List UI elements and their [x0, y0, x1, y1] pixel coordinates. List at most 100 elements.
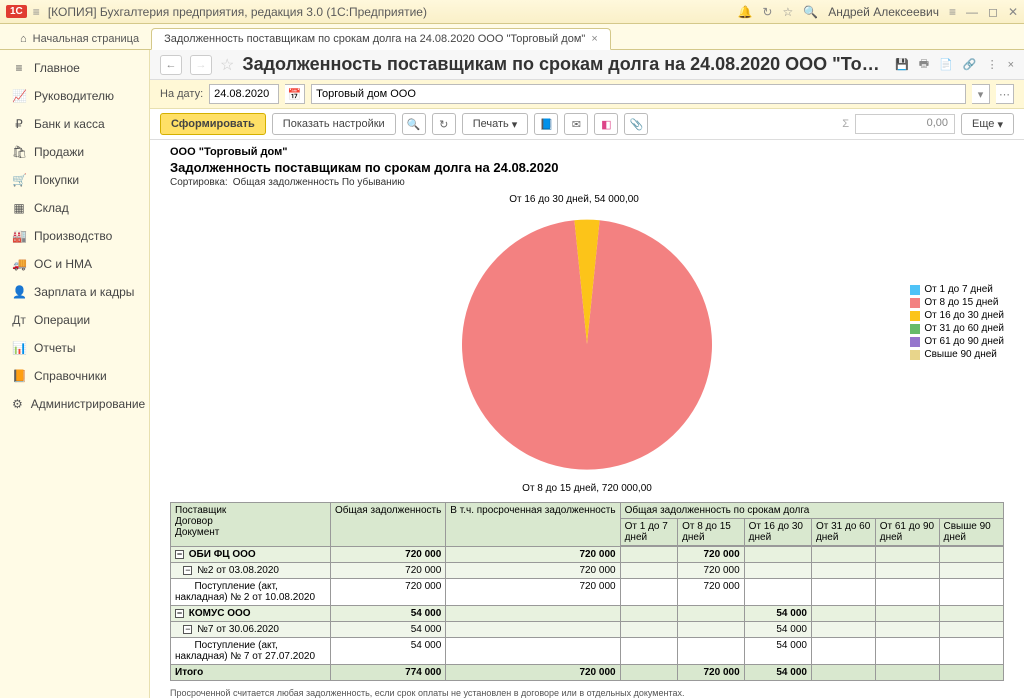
user-label[interactable]: Андрей Алексеевич	[828, 5, 939, 19]
variant-button[interactable]: ◧	[594, 113, 618, 135]
sidebar-item-icon: 📈	[12, 89, 26, 103]
history-icon[interactable]: ↻	[762, 5, 772, 19]
report-title: Задолженность поставщикам по срокам долг…	[170, 160, 1004, 175]
star-icon[interactable]: ☆	[782, 5, 793, 19]
email-button[interactable]: ✉	[564, 113, 588, 135]
legend-swatch	[910, 311, 920, 321]
toolbar: Сформировать Показать настройки 🔍 ↻ Печа…	[150, 109, 1024, 140]
sidebar-item[interactable]: 🛒Покупки	[0, 166, 149, 194]
save-icon[interactable]: 💾	[895, 58, 909, 71]
sidebar-item-label: Покупки	[34, 173, 79, 187]
export-icon[interactable]: 📄	[939, 58, 953, 71]
content: ← → ☆ Задолженность поставщикам по срока…	[150, 50, 1024, 698]
tree-toggle[interactable]: −	[183, 566, 192, 575]
options-icon[interactable]: ≡	[949, 5, 956, 19]
cell-total: 54 000	[331, 622, 446, 638]
sidebar-item-label: Зарплата и кадры	[34, 285, 134, 299]
cell-c3: 54 000	[744, 606, 811, 622]
calendar-icon[interactable]: 📅	[285, 84, 305, 104]
sidebar-item[interactable]: 👤Зарплата и кадры	[0, 278, 149, 306]
tab-home[interactable]: ⌂ Начальная страница	[8, 29, 151, 49]
cell-c5	[875, 563, 939, 579]
table-row: − КОМУС ООО54 00054 000	[171, 606, 1004, 622]
close-icon[interactable]: ✕	[1008, 5, 1018, 19]
legend-label: От 61 до 90 дней	[924, 336, 1004, 347]
organization-input[interactable]	[311, 84, 966, 104]
legend-label: От 1 до 7 дней	[924, 284, 993, 295]
sidebar-item-icon: ≡	[12, 61, 26, 75]
th-overdue: В т.ч. просроченная задолженность	[446, 503, 620, 547]
tab-home-label: Начальная страница	[33, 33, 139, 45]
sidebar-item[interactable]: 🛍Продажи	[0, 138, 149, 166]
pie-svg	[457, 214, 717, 474]
legend-item: От 61 до 90 дней	[910, 336, 1004, 347]
sidebar-item[interactable]: ⚙Администрирование	[0, 390, 149, 418]
minimize-icon[interactable]: —	[966, 5, 978, 19]
table-row: − №2 от 03.08.2020720 000720 000720 000	[171, 563, 1004, 579]
legend-swatch	[910, 285, 920, 295]
panel-close-icon[interactable]: ×	[1008, 59, 1014, 71]
cell-c5	[875, 665, 939, 681]
sidebar-item[interactable]: ₽Банк и касса	[0, 110, 149, 138]
sum-value: 0,00	[855, 114, 955, 134]
cell-c4	[811, 563, 875, 579]
print-button[interactable]: Печать ▾	[462, 113, 529, 135]
org-dropdown-icon[interactable]: ▾	[972, 84, 990, 104]
cell-overdue: 720 000	[446, 547, 620, 563]
date-input[interactable]	[209, 84, 279, 104]
sidebar-item-icon: 📊	[12, 341, 26, 355]
sidebar-item-icon: Дт	[12, 313, 26, 327]
link-icon[interactable]: 🔗	[963, 58, 977, 71]
sidebar-item[interactable]: 🚚ОС и НМА	[0, 250, 149, 278]
sidebar-item-label: Главное	[34, 61, 80, 75]
cell-desc: − №7 от 30.06.2020	[171, 622, 331, 638]
tab-close-icon[interactable]: ×	[591, 33, 597, 45]
sidebar-item[interactable]: 📊Отчеты	[0, 334, 149, 362]
cell-c2: 720 000	[678, 665, 745, 681]
sidebar-item[interactable]: ДтОперации	[0, 306, 149, 334]
cell-c2	[678, 606, 745, 622]
bell-icon[interactable]: 🔔	[737, 5, 752, 19]
org-select-icon[interactable]: ⋯	[996, 84, 1014, 104]
th-c6: Свыше 90 дней	[939, 519, 1003, 546]
tree-toggle[interactable]: −	[183, 625, 192, 634]
maximize-icon[interactable]: ◻	[988, 5, 998, 19]
sidebar-item[interactable]: ▦Склад	[0, 194, 149, 222]
home-icon: ⌂	[20, 33, 27, 45]
sidebar-item[interactable]: 📙Справочники	[0, 362, 149, 390]
cell-c6	[939, 606, 1003, 622]
tabstrip: ⌂ Начальная страница Задолженность поста…	[0, 24, 1024, 50]
favorite-icon[interactable]: ☆	[220, 55, 234, 75]
report-header: ООО "Торговый дом" Задолженность поставщ…	[170, 146, 1004, 188]
settings-button[interactable]: Показать настройки	[272, 113, 396, 135]
tab-document[interactable]: Задолженность поставщикам по срокам долг…	[151, 28, 611, 50]
export-excel-button[interactable]: 📘	[534, 113, 558, 135]
print-icon[interactable]: 🖶	[919, 55, 929, 74]
legend-label: От 31 до 60 дней	[924, 323, 1004, 334]
report-table: Поставщик Договор Документ Общая задолже…	[170, 502, 1004, 681]
chart-legend: От 1 до 7 днейОт 8 до 15 днейОт 16 до 30…	[910, 284, 1004, 362]
sidebar-item[interactable]: 🏭Производство	[0, 222, 149, 250]
kebab-icon[interactable]: ⋮	[987, 58, 998, 71]
forward-button[interactable]: →	[190, 55, 212, 75]
legend-item: От 8 до 15 дней	[910, 297, 1004, 308]
sidebar-item-icon: 📙	[12, 369, 26, 383]
tree-toggle[interactable]: −	[175, 609, 184, 618]
report-org: ООО "Торговый дом"	[170, 146, 1004, 158]
sidebar-item[interactable]: 📈 Руководителю	[0, 82, 149, 110]
sidebar-item-label: Руководителю	[34, 89, 114, 103]
more-button[interactable]: Еще ▾	[961, 113, 1014, 135]
menu-icon[interactable]: ≡	[33, 5, 40, 19]
search-icon[interactable]: 🔍	[803, 5, 818, 19]
cell-c4	[811, 579, 875, 606]
attach-button[interactable]: 📎	[624, 113, 648, 135]
sidebar-item[interactable]: ≡ Главное	[0, 54, 149, 82]
back-button[interactable]: ←	[160, 55, 182, 75]
tree-toggle[interactable]: −	[175, 550, 184, 559]
refresh-button[interactable]: ↻	[432, 113, 456, 135]
generate-button[interactable]: Сформировать	[160, 113, 266, 135]
cell-c5	[875, 638, 939, 665]
sidebar-item-label: Продажи	[34, 145, 84, 159]
legend-label: От 8 до 15 дней	[924, 297, 998, 308]
find-button[interactable]: 🔍	[402, 113, 426, 135]
